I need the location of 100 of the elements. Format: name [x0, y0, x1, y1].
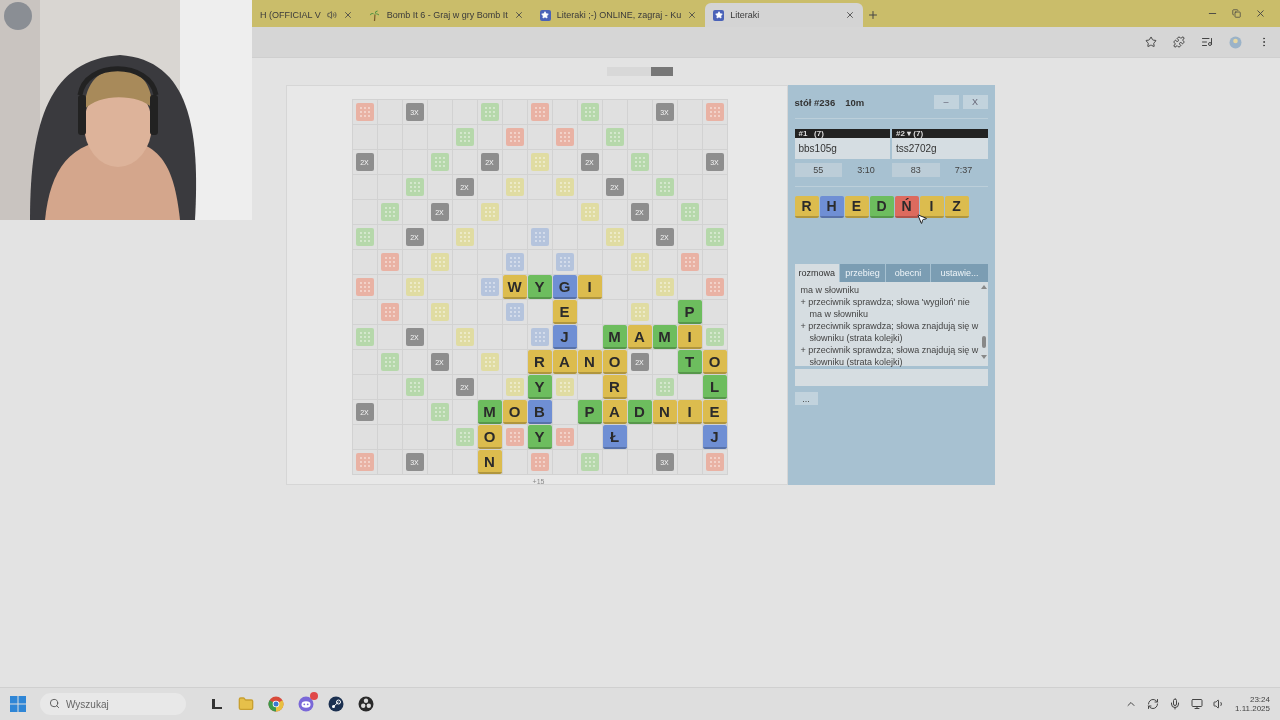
- dot-grid-icon: [459, 232, 470, 242]
- letter-tile: J: [702, 425, 727, 449]
- dot-grid-icon: [409, 382, 420, 392]
- search-field[interactable]: Wyszukaj: [40, 693, 186, 715]
- dot-grid-icon: [434, 407, 445, 417]
- letter-tile: O: [477, 425, 502, 449]
- dot-grid-icon: [509, 257, 520, 267]
- rack-tile[interactable]: E: [844, 196, 869, 218]
- letter-tile: N: [652, 400, 677, 424]
- dot-grid-icon: [384, 207, 395, 217]
- dot-grid-icon: [509, 382, 520, 392]
- browser-tab[interactable]: Literaki ;-) ONLINE, zagraj - Ku: [531, 3, 706, 27]
- star-icon: [713, 9, 725, 21]
- dot-grid-icon: [459, 432, 470, 442]
- letter-tile: D: [627, 400, 652, 424]
- close-icon[interactable]: [845, 10, 856, 20]
- search-icon: [49, 698, 60, 709]
- bookmark-star-icon[interactable]: [1145, 36, 1157, 48]
- dot-grid-icon: [509, 132, 520, 142]
- close-icon[interactable]: [687, 10, 698, 20]
- dot-grid-icon: [559, 432, 570, 442]
- dot-grid-icon: [534, 157, 545, 167]
- dot-grid-icon: [459, 332, 470, 342]
- letter-tile: A: [552, 350, 577, 374]
- palm-tree-icon: [368, 9, 381, 21]
- star-icon: [539, 9, 551, 21]
- dot-grid-icon: [609, 232, 620, 242]
- dot-grid-icon: [584, 207, 595, 217]
- rack-tile[interactable]: R: [794, 196, 819, 218]
- browser-tab[interactable]: H (OFFICIAL V: [252, 3, 361, 27]
- chat-input-field[interactable]: [794, 369, 988, 386]
- dot-grid-icon: [509, 182, 520, 192]
- dot-grid-icon: [709, 282, 720, 292]
- page-indicator: [607, 67, 673, 76]
- letter-tile: M: [477, 400, 502, 424]
- letter-tile: I: [577, 275, 602, 299]
- window-button[interactable]: X: [962, 95, 988, 109]
- chat-message: ma w słowniku: [800, 284, 861, 296]
- dot-grid-icon: [659, 182, 670, 192]
- restore-icon[interactable]: [1232, 9, 1241, 18]
- letter-tile: Y: [527, 375, 552, 399]
- recorder-icon[interactable]: [358, 696, 374, 712]
- dot-grid-icon: [559, 257, 570, 267]
- monitor-icon[interactable]: [1191, 698, 1203, 710]
- dot-grid-icon: [634, 257, 645, 267]
- dot-grid-icon: [534, 107, 545, 117]
- dot-grid-icon: [359, 457, 370, 467]
- letter-tile: P: [577, 400, 602, 424]
- dot-grid-icon: [359, 232, 370, 242]
- player-name: bbs105g: [794, 138, 890, 159]
- dot-grid-icon: [559, 182, 570, 192]
- sync-icon[interactable]: [1147, 698, 1159, 710]
- close-icon[interactable]: [1255, 8, 1266, 19]
- speaker-icon[interactable]: [1213, 698, 1225, 710]
- dot-grid-icon: [584, 107, 595, 117]
- letter-tile: G: [552, 275, 577, 299]
- app-icon[interactable]: [210, 697, 224, 711]
- letter-tile: W: [502, 275, 527, 299]
- dot-grid-icon: [434, 257, 445, 267]
- dot-grid-icon: [359, 332, 370, 342]
- browser-tab[interactable]: Bomb It 6 - Graj w gry Bomb It: [360, 3, 532, 27]
- browser-tab[interactable]: Literaki: [705, 3, 864, 27]
- chat-tab[interactable]: rozmowa: [794, 264, 840, 282]
- letter-tile: P: [677, 300, 702, 324]
- letter-tile: I: [677, 325, 702, 349]
- window-button[interactable]: –: [933, 95, 959, 109]
- puzzle-icon[interactable]: [1173, 36, 1185, 48]
- scrollbar-drawing[interactable]: [979, 284, 988, 360]
- rack-tile[interactable]: D: [869, 196, 894, 218]
- close-icon[interactable]: [342, 10, 353, 20]
- player-name: tss2702g: [892, 138, 988, 159]
- rack-tile[interactable]: I: [919, 196, 944, 218]
- letter-tile: N: [477, 450, 502, 474]
- dot-grid-icon: [509, 307, 520, 317]
- dot-grid-icon: [459, 132, 470, 142]
- close-icon[interactable]: [513, 10, 524, 20]
- player-clock: 7:37: [953, 164, 974, 177]
- dot-grid-icon: [484, 282, 495, 292]
- speaker-icon[interactable]: [326, 10, 337, 20]
- player-clock: 3:10: [856, 164, 876, 177]
- letter-tile: R: [602, 375, 627, 399]
- dot-grid-icon: [484, 107, 495, 117]
- dot-grid-icon: [659, 282, 670, 292]
- browser-icon[interactable]: [268, 696, 284, 712]
- rack-tile[interactable]: Z: [944, 196, 969, 218]
- dot-grid-icon: [659, 382, 670, 392]
- dot-grid-icon: [434, 307, 445, 317]
- mouse-cursor-icon: [915, 213, 928, 225]
- dot-grid-icon: [709, 107, 720, 117]
- letter-tile: B: [527, 400, 552, 424]
- letter-tile: J: [552, 325, 577, 349]
- rack-tile[interactable]: H: [819, 196, 844, 218]
- more-button[interactable]: ...: [794, 392, 818, 405]
- time-control: 10m: [845, 96, 865, 108]
- rack-tile[interactable]: Ń: [894, 196, 919, 218]
- microphone-icon[interactable]: [1169, 698, 1181, 710]
- dot-grid-icon: [634, 157, 645, 167]
- media-list-icon[interactable]: [1201, 36, 1213, 48]
- game-launcher-icon[interactable]: [328, 696, 344, 712]
- letter-tile: I: [677, 400, 702, 424]
